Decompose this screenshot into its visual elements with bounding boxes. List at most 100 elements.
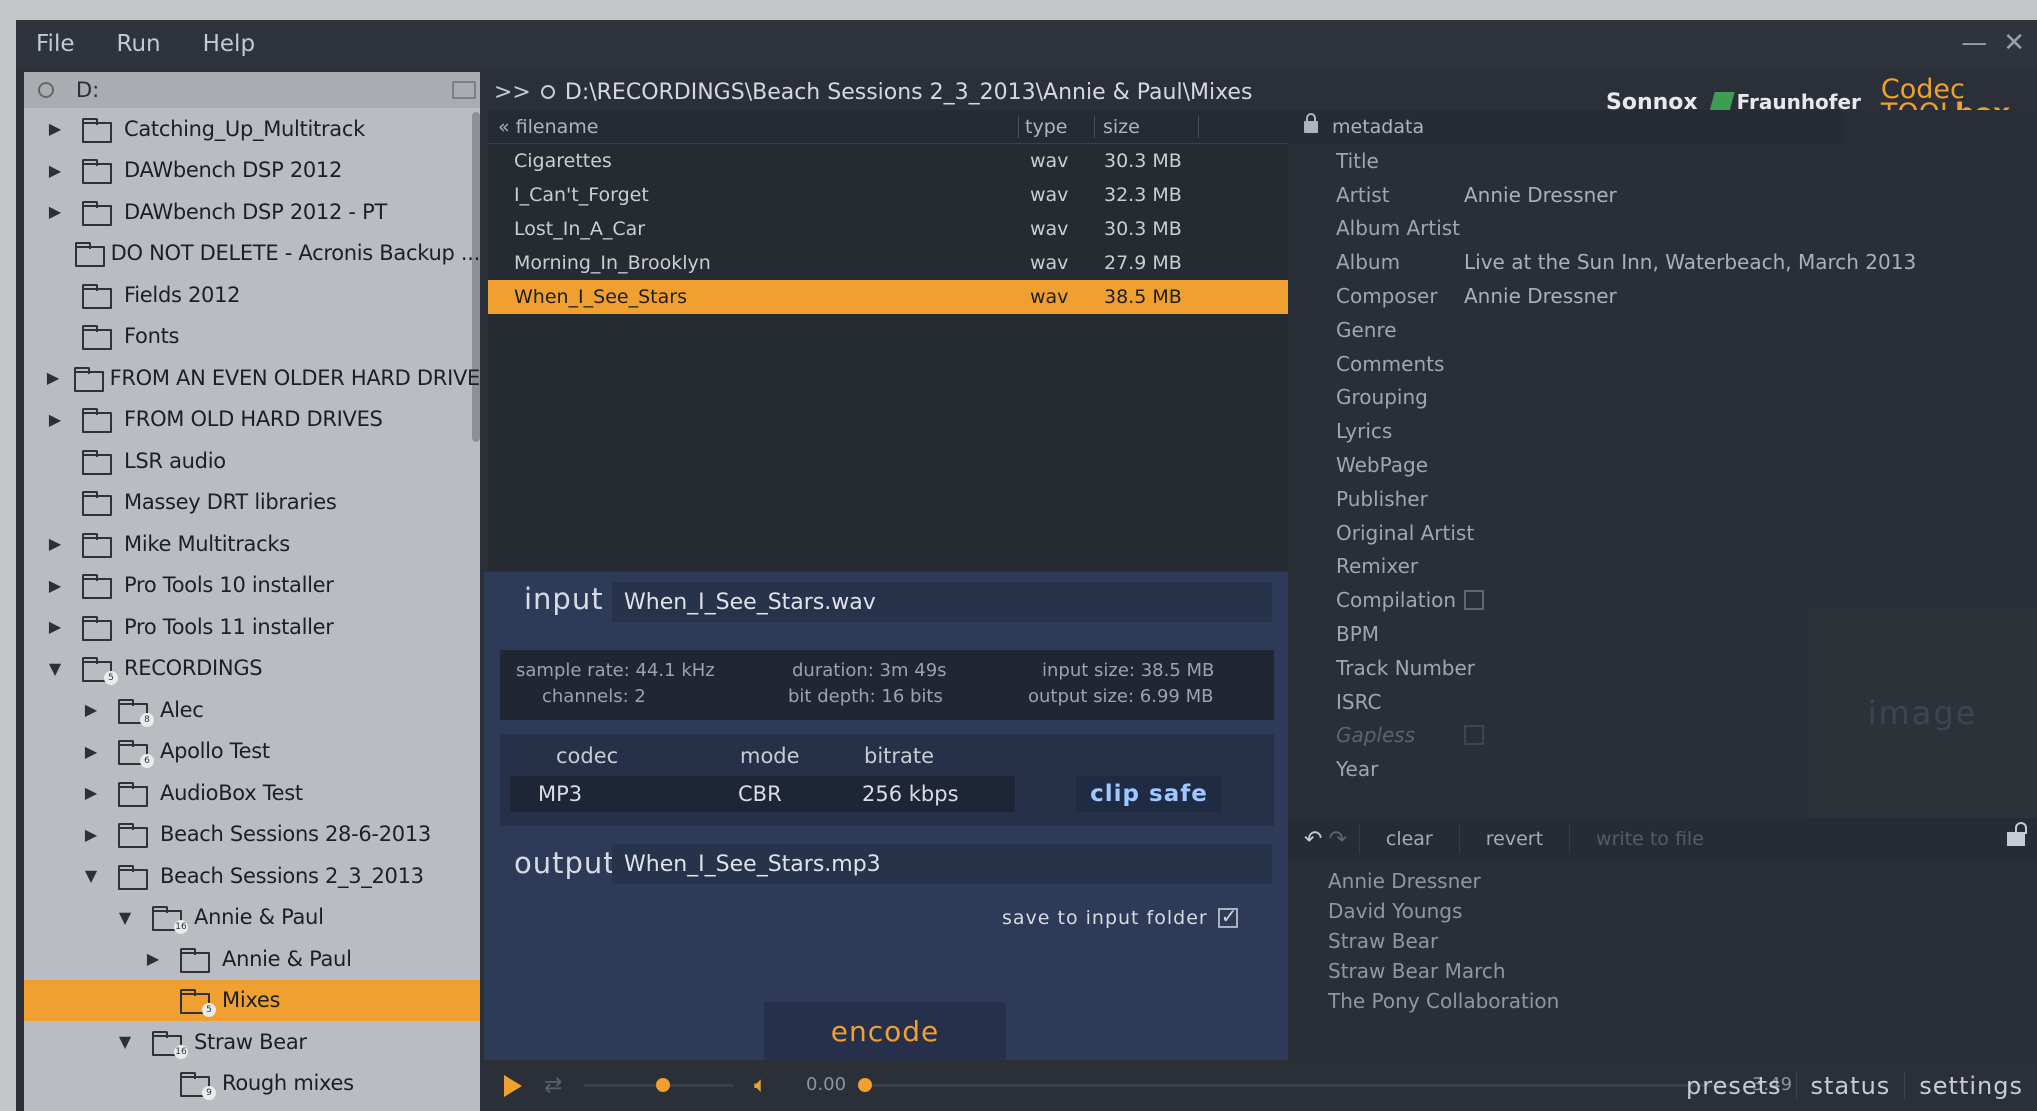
- expand-path-icon[interactable]: >>: [494, 80, 531, 105]
- close-icon[interactable]: ✕: [2003, 28, 2025, 58]
- metadata-row: Grouping: [1288, 381, 2037, 415]
- position-track[interactable]: [864, 1084, 1734, 1087]
- tab-status[interactable]: status: [1795, 1071, 1905, 1100]
- col-size[interactable]: size: [1094, 115, 1199, 138]
- tree-item[interactable]: ▼ 5 RECORDINGS: [24, 648, 480, 690]
- expand-arrow-icon[interactable]: ▶: [82, 742, 100, 761]
- suggestion-item[interactable]: Straw Bear: [1328, 926, 1559, 956]
- tree-item[interactable]: ▶ Pro Tools 10 installer: [24, 565, 480, 607]
- expand-arrow-icon[interactable]: ▶: [82, 783, 100, 802]
- clip-safe-button[interactable]: clip safe: [1076, 776, 1222, 812]
- collapse-arrow-icon[interactable]: ▼: [82, 866, 100, 885]
- suggestion-item[interactable]: David Youngs: [1328, 896, 1559, 926]
- expand-arrow-icon[interactable]: ▶: [82, 700, 100, 719]
- refresh-icon[interactable]: [540, 85, 555, 99]
- tree-item[interactable]: ▶ Catching_Up_Multitrack: [24, 108, 480, 150]
- encode-button[interactable]: encode: [764, 1002, 1006, 1060]
- volume-knob[interactable]: [656, 1078, 670, 1092]
- file-row[interactable]: When_I_See_Stars wav 38.5 MB: [488, 280, 1288, 314]
- tree-item[interactable]: ▼ Beach Sessions 2_3_2013: [24, 855, 480, 897]
- expand-arrow-icon[interactable]: ▶: [46, 202, 64, 221]
- folder-icon: [82, 574, 112, 600]
- menu-run[interactable]: Run: [117, 31, 161, 57]
- radio-icon[interactable]: [38, 82, 54, 98]
- tab-presets[interactable]: presets: [1672, 1072, 1796, 1100]
- collapse-arrow-icon[interactable]: ▼: [46, 659, 64, 678]
- folder-icon: 16: [152, 1030, 188, 1059]
- col-type[interactable]: type: [1018, 115, 1094, 138]
- suggestion-item[interactable]: Straw Bear March: [1328, 956, 1559, 986]
- expand-arrow-icon[interactable]: ▶: [46, 161, 64, 180]
- codec-select[interactable]: MP3: [538, 776, 582, 812]
- collapse-arrow-icon[interactable]: ▼: [116, 1032, 134, 1051]
- file-size: 32.3 MB: [1104, 184, 1182, 206]
- collapse-arrow-icon[interactable]: ▼: [116, 908, 134, 927]
- file-row[interactable]: Morning_In_Brooklyn wav 27.9 MB: [488, 246, 1288, 280]
- expand-arrow-icon[interactable]: ▶: [46, 534, 64, 553]
- menu-help[interactable]: Help: [203, 31, 255, 57]
- clear-button[interactable]: clear: [1358, 824, 1459, 854]
- write-to-file-button[interactable]: write to file: [1569, 824, 1730, 854]
- tree-item[interactable]: ▶ Mike Multitracks: [24, 523, 480, 565]
- expand-arrow-icon[interactable]: ▶: [46, 617, 64, 636]
- tree-item[interactable]: 5 Mixes: [24, 979, 480, 1021]
- tree-item[interactable]: Fields 2012: [24, 274, 480, 316]
- redo-icon[interactable]: ↷: [1328, 827, 1346, 852]
- tree-item[interactable]: ▶ 6 Apollo Test: [24, 731, 480, 773]
- file-row[interactable]: Cigarettes wav 30.3 MB: [488, 144, 1288, 178]
- unlock-icon[interactable]: [2007, 822, 2027, 846]
- lock-icon[interactable]: [1304, 113, 1318, 133]
- tree-item[interactable]: ▼ 16 Straw Bear: [24, 1021, 480, 1063]
- tree-item[interactable]: ▶ DAWbench DSP 2012 - PT: [24, 191, 480, 233]
- revert-button[interactable]: revert: [1458, 824, 1569, 854]
- expand-arrow-icon[interactable]: ▶: [144, 949, 162, 968]
- expand-arrow-icon[interactable]: ▶: [46, 410, 64, 429]
- position-knob[interactable]: [858, 1078, 872, 1092]
- tree-item[interactable]: ▶ DAWbench DSP 2012: [24, 150, 480, 192]
- expand-arrow-icon[interactable]: ▶: [46, 119, 64, 138]
- col-filename[interactable]: « filename: [488, 116, 1018, 138]
- speaker-icon[interactable]: 🔈︎: [754, 1073, 767, 1098]
- tree-item[interactable]: ▶ Annie & Paul: [24, 938, 480, 980]
- tree-item[interactable]: ▶ Pro Tools 11 installer: [24, 606, 480, 648]
- save-to-input-folder[interactable]: save to input folder: [1002, 904, 1238, 929]
- suggestion-item[interactable]: Annie Dressner: [1328, 866, 1559, 896]
- tree-item[interactable]: ▶ AudioBox Test: [24, 772, 480, 814]
- expand-arrow-icon[interactable]: ▶: [46, 576, 64, 595]
- play-icon[interactable]: [504, 1074, 522, 1097]
- loop-icon[interactable]: ⇄: [544, 1073, 562, 1098]
- minimize-icon[interactable]: —: [1961, 28, 1987, 58]
- tree-item[interactable]: ▶ FROM AN EVEN OLDER HARD DRIVE: [24, 357, 480, 399]
- file-row[interactable]: I_Can't_Forget wav 32.3 MB: [488, 178, 1288, 212]
- menu-file[interactable]: File: [36, 31, 75, 57]
- tree-item[interactable]: DO NOT DELETE - Acronis Backup ...: [24, 233, 480, 275]
- undo-icon[interactable]: ↶: [1304, 827, 1322, 852]
- metadata-row: WebPage: [1288, 448, 2037, 482]
- tree-item[interactable]: ▶ 8 Alec: [24, 689, 480, 731]
- metadata-checkbox[interactable]: [1464, 590, 1484, 611]
- bitrate-select[interactable]: 256 kbps: [862, 776, 959, 812]
- tab-settings[interactable]: settings: [1904, 1071, 2037, 1100]
- tree-item[interactable]: LSR audio: [24, 440, 480, 482]
- metadata-checkbox[interactable]: [1464, 725, 1484, 746]
- expand-arrow-icon[interactable]: ▶: [82, 825, 100, 844]
- browse-folder-icon[interactable]: [452, 81, 476, 99]
- suggestion-item[interactable]: The Pony Collaboration: [1328, 986, 1559, 1016]
- cover-image-placeholder[interactable]: image: [1808, 608, 2037, 818]
- input-file-field[interactable]: When_I_See_Stars.wav: [612, 582, 1272, 622]
- tree-item[interactable]: ▶ FROM OLD HARD DRIVES: [24, 399, 480, 441]
- tree-item[interactable]: ▶ Beach Sessions 28-6-2013: [24, 814, 480, 856]
- metadata-value[interactable]: Annie Dressner: [1464, 284, 1617, 308]
- tree-item[interactable]: Fonts: [24, 316, 480, 358]
- output-file-field[interactable]: When_I_See_Stars.mp3: [612, 844, 1272, 884]
- metadata-value[interactable]: Live at the Sun Inn, Waterbeach, March 2…: [1464, 250, 1916, 274]
- tree-item[interactable]: Massey DRT libraries: [24, 482, 480, 524]
- metadata-value[interactable]: Annie Dressner: [1464, 183, 1617, 207]
- mode-select[interactable]: CBR: [738, 776, 782, 812]
- file-row[interactable]: Lost_In_A_Car wav 30.3 MB: [488, 212, 1288, 246]
- tree-item[interactable]: ▼ 16 Annie & Paul: [24, 897, 480, 939]
- mode-heading: mode: [740, 744, 800, 768]
- save-checkbox[interactable]: [1217, 904, 1238, 928]
- expand-arrow-icon[interactable]: ▶: [46, 368, 60, 387]
- tree-item[interactable]: 9 Rough mixes: [24, 1063, 480, 1105]
